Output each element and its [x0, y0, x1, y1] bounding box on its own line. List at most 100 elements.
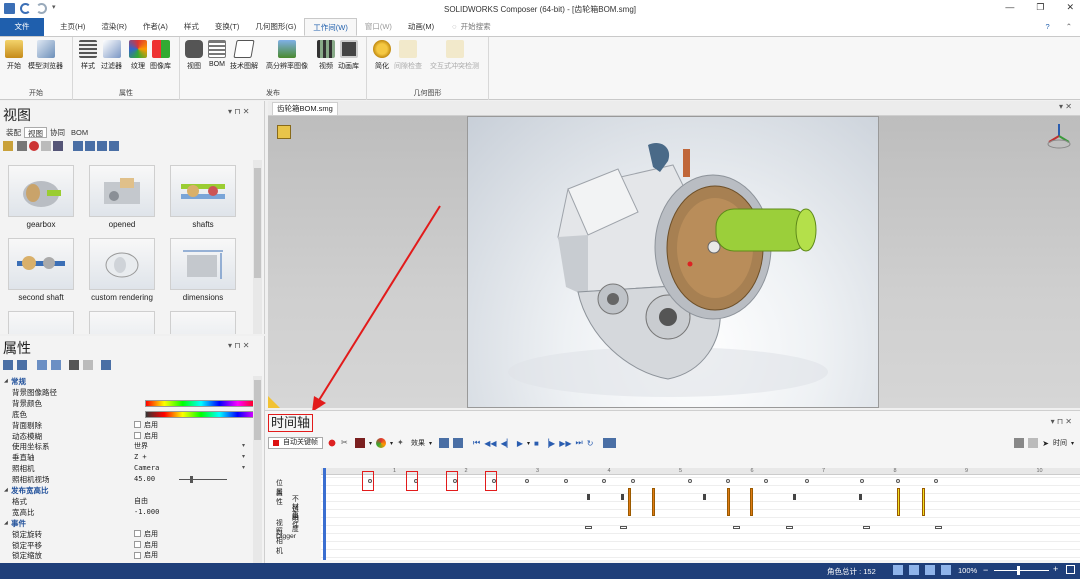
subtab-collaboration[interactable]: 协同 [47, 127, 68, 138]
tab-file[interactable]: 文件 [0, 18, 44, 36]
select-pointer-icon[interactable]: ➤ [1042, 439, 1049, 448]
dropdown-icon[interactable]: ▾ [527, 440, 530, 447]
bom-button[interactable]: BOM [208, 40, 226, 68]
status-tool-icon-1[interactable] [893, 565, 903, 575]
panel-pin-icon[interactable]: ▾ ⊓ ✕ [228, 107, 249, 116]
dropdown-icon[interactable]: ▾ [429, 440, 432, 447]
document-window-controls[interactable]: ▾ ✕ [1059, 102, 1072, 111]
background-color-swatch[interactable] [145, 399, 257, 407]
position-keyframe[interactable] [859, 479, 864, 483]
view-cube-icon[interactable] [1046, 122, 1072, 150]
view-thumbnail-second-shaft[interactable] [8, 238, 74, 290]
link-icon[interactable] [37, 360, 47, 370]
prev-frame-icon[interactable]: ◀▏ [501, 439, 513, 448]
property-value[interactable]: 世界 [134, 441, 148, 452]
property-row[interactable]: 底色 [4, 409, 257, 420]
time-mode-button[interactable]: 时间 [1053, 438, 1067, 448]
property-section[interactable]: ◢ 常规 [4, 376, 252, 387]
properties-scrollbar[interactable] [253, 376, 262, 563]
enable-checkbox[interactable]: 启用 [134, 420, 158, 431]
tab-window[interactable]: 窗口(W) [357, 18, 400, 36]
update-view-icon[interactable] [17, 141, 27, 151]
image-library-button[interactable]: 图像库 [150, 40, 171, 71]
restore-icon[interactable]: ❐ [1036, 2, 1044, 13]
position-keyframe[interactable] [563, 479, 568, 483]
view-button[interactable]: 视图 [185, 40, 203, 71]
enable-checkbox[interactable]: 启用 [134, 550, 158, 561]
fov-slider[interactable] [179, 479, 227, 481]
property-section[interactable]: ◢ 事件 [4, 518, 252, 529]
panel-pin-icon[interactable]: ▾ ⊓ ✕ [228, 341, 249, 350]
property-value[interactable]: Camera [134, 463, 159, 474]
checkbox[interactable] [134, 432, 141, 440]
texture-button[interactable]: 纹理 [129, 40, 147, 71]
property-row[interactable]: 垂直轴 ▾ Z + [4, 452, 252, 463]
subtab-views[interactable]: 视图 [24, 127, 47, 138]
dropdown-icon[interactable]: ▾ [242, 463, 245, 474]
base-color-swatch[interactable] [145, 410, 257, 418]
opacity-keyframe[interactable] [793, 494, 796, 500]
play-icon[interactable]: ▶ [517, 439, 523, 448]
tab-transform[interactable]: 变换(T) [207, 18, 248, 36]
collapse-arrow-icon[interactable]: ◢ [4, 518, 8, 529]
property-section[interactable]: ◢ 发布宽高比 [4, 485, 252, 496]
timeline-track-label[interactable]: 照相机 [276, 525, 283, 555]
ribbon-collapse-icon[interactable]: ⌃ [1058, 18, 1080, 36]
checkbox[interactable] [134, 530, 141, 538]
property-keyframe-bar[interactable] [897, 488, 900, 516]
effects-icon[interactable]: ✦ [397, 438, 407, 448]
collision-detect-button[interactable]: 交互式冲突检测 [430, 40, 479, 71]
palette-icon[interactable] [376, 438, 387, 448]
property-row[interactable]: 动态模糊 启用 [4, 431, 252, 442]
view-thumbnail-opened[interactable] [89, 165, 155, 217]
simplify-button[interactable]: 简化 [373, 40, 391, 71]
camera-keyframe[interactable] [620, 526, 627, 529]
scissors-icon[interactable]: ✂ [341, 438, 351, 448]
camera-keyframe[interactable] [935, 526, 942, 529]
dropdown-icon[interactable]: ▾ [242, 452, 245, 463]
delete-view-icon[interactable] [29, 141, 39, 151]
panel-pin-icon[interactable]: ▾ ⊓ ✕ [1051, 417, 1072, 426]
sort-az-icon[interactable] [17, 360, 27, 370]
position-keyframe[interactable] [601, 479, 606, 483]
camera-keyframe[interactable] [863, 526, 870, 529]
position-keyframe[interactable] [804, 479, 809, 483]
enable-checkbox[interactable]: 启用 [134, 431, 158, 442]
timeline-playhead[interactable] [323, 468, 326, 560]
view-thumbnail-custom-rendering[interactable] [89, 238, 155, 290]
record-key-icon[interactable] [327, 438, 337, 448]
autokey-button[interactable]: 自动关键帧 [268, 437, 323, 449]
fit-screen-icon[interactable] [1066, 565, 1075, 574]
tab-author[interactable]: 作者(A) [135, 18, 176, 36]
timeline-ruler[interactable]: 1 2 3 4 5 6 7 8 9 10 [321, 468, 1080, 475]
camera-view-icon-1[interactable] [73, 141, 83, 151]
categorized-icon[interactable] [3, 360, 13, 370]
opacity-keyframe[interactable] [859, 494, 862, 500]
next-key-icon[interactable]: ▶▶ [559, 439, 571, 448]
status-tool-icon-2[interactable] [909, 565, 919, 575]
zoom-slider-thumb[interactable] [1017, 566, 1020, 575]
camera-view-icon-3[interactable] [97, 141, 107, 151]
timeline-track-label[interactable]: 属性 [276, 486, 283, 506]
tab-home[interactable]: 主页(H) [52, 18, 93, 36]
camera-keyframe[interactable] [786, 526, 793, 529]
dropdown-icon[interactable]: ▾ [369, 440, 372, 447]
digger-icon[interactable] [277, 125, 291, 139]
minimize-icon[interactable]: — [1005, 2, 1014, 13]
subtab-bom[interactable]: BOM [68, 127, 91, 138]
opacity-keyframe[interactable] [587, 494, 590, 500]
close-icon[interactable]: ✕ [1066, 2, 1074, 13]
timeline-track-label[interactable]: Digger [276, 533, 296, 540]
position-keyframe[interactable] [933, 479, 938, 483]
property-row[interactable]: 背面剔除 启用 [4, 420, 252, 431]
fov-slider-thumb[interactable] [190, 476, 193, 484]
collapse-arrow-icon[interactable]: ◢ [4, 376, 8, 387]
checkbox[interactable] [134, 552, 141, 560]
position-keyframe[interactable] [763, 479, 768, 483]
tab-workshop[interactable]: 工作间(W) [304, 18, 357, 36]
keyframe-table-icon[interactable] [453, 438, 464, 448]
position-keyframe[interactable] [895, 479, 900, 483]
keyframe-add-icon[interactable] [439, 438, 450, 448]
camera-view-icon-4[interactable] [109, 141, 119, 151]
timeline-track-label[interactable]: 事件 [292, 509, 299, 529]
